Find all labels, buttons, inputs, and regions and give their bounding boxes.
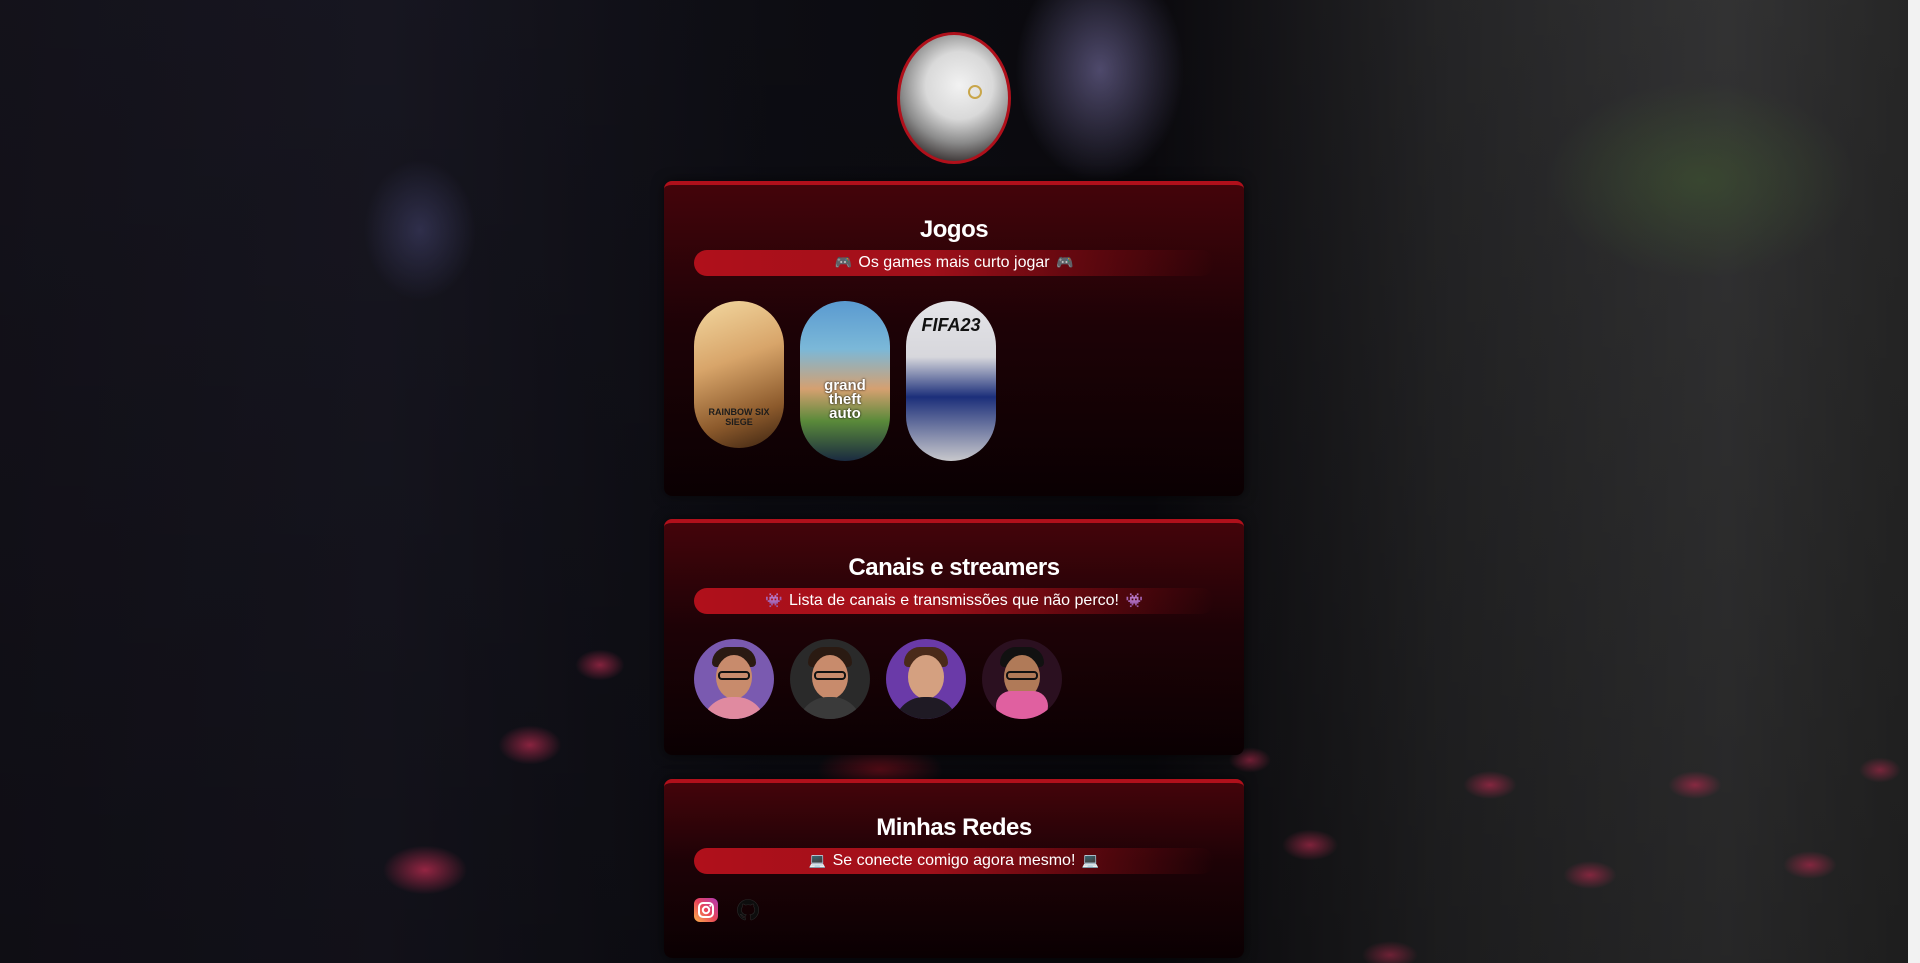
streamer-glasses [814,671,846,680]
game-art-text: FIFA23 [921,315,981,335]
streamers-card: Canais e streamers 👾 Lista de canais e t… [664,519,1244,755]
alien-monster-icon: 👾 [1125,593,1143,609]
game-art-text: grand theft auto [824,377,866,422]
socials-card: Minhas Redes 💻 Se conecte comigo agora m… [664,779,1244,958]
streamers-subtitle-bar: 👾 Lista de canais e transmissões que não… [694,588,1214,614]
window-edge [1908,0,1920,963]
laptop-icon: 💻 [1081,853,1100,869]
game-rainbow-six-siege[interactable]: RAINBOW SIX SIEGE [694,301,784,448]
socials-subtitle-bar: 💻 Se conecte comigo agora mesmo! 💻 [694,848,1214,874]
streamer-torso [798,697,862,719]
instagram-icon [694,898,718,922]
github-icon [737,899,759,921]
profile-avatar[interactable] [897,32,1011,164]
shirt-crest-icon [968,85,982,99]
streamer-hands [996,691,1048,719]
streamer-torso [702,697,766,719]
instagram-link[interactable] [694,898,718,922]
streamer-glasses [1006,671,1038,680]
game-fifa-23[interactable]: FIFA23 [906,301,996,461]
streamers-title: Canais e streamers [848,554,1060,581]
streamers-subtitle: Lista de canais e transmissões que não p… [789,592,1119,609]
streamer-avatar-1[interactable] [694,639,774,719]
gamepad-icon: 🎮 [834,255,852,271]
streamer-avatar-4[interactable] [982,639,1062,719]
streamer-avatar-2[interactable] [790,639,870,719]
games-card: Jogos 🎮 Os games mais curto jogar 🎮 RAIN… [664,181,1244,496]
gamepad-icon: 🎮 [1056,255,1074,271]
streamer-avatar-3[interactable] [886,639,966,719]
games-subtitle-bar: 🎮 Os games mais curto jogar 🎮 [694,250,1214,276]
alien-monster-icon: 👾 [765,593,783,609]
socials-title: Minhas Redes [876,814,1032,841]
game-gta-v[interactable]: grand theft auto [800,301,890,461]
games-subtitle: Os games mais curto jogar [858,254,1050,271]
streamer-face [908,655,944,699]
games-title: Jogos [919,216,989,243]
game-art-text: RAINBOW SIX SIEGE [708,407,770,427]
streamer-torso [894,697,958,719]
streamer-glasses [718,671,750,680]
github-link[interactable] [736,898,760,922]
socials-subtitle: Se conecte comigo agora mesmo! [832,852,1076,869]
laptop-icon: 💻 [808,853,827,869]
